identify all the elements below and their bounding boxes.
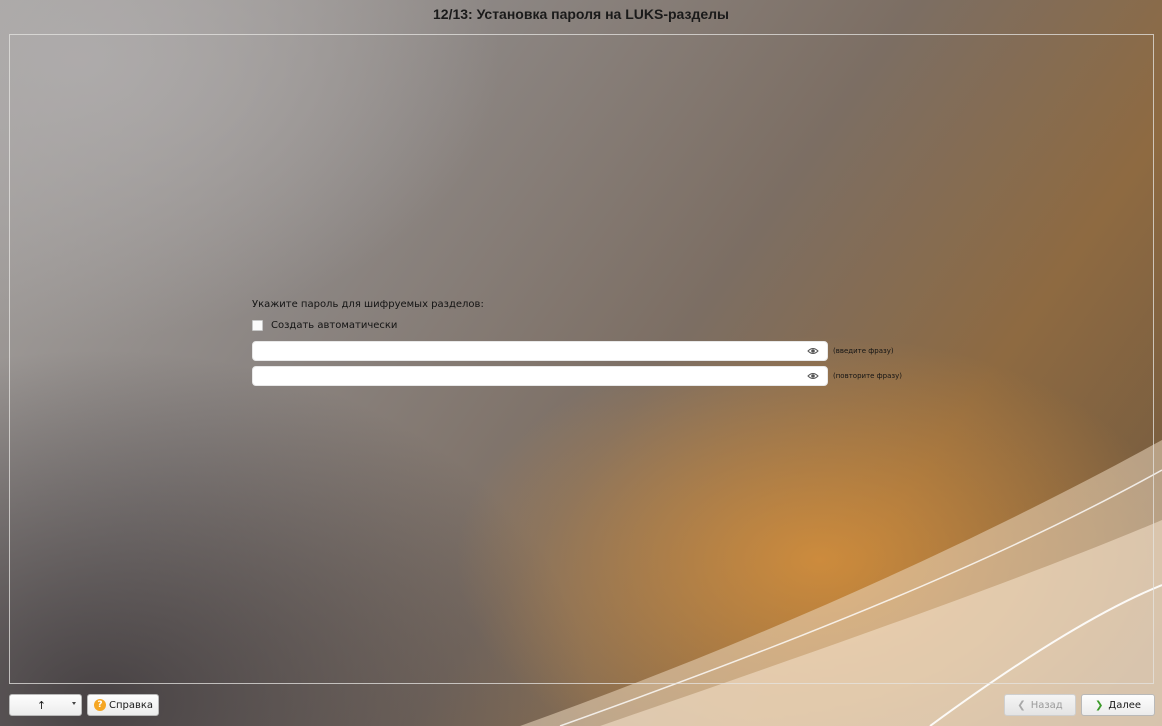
up-button[interactable]: ↑ [9,694,82,716]
auto-create-label[interactable]: Создать автоматически [271,320,397,331]
help-button-label: Справка [109,699,154,711]
passphrase-repeat-hint: (повторите фразу) [833,372,902,380]
back-button-label: Назад [1030,699,1063,711]
arrow-up-icon: ↑ [36,698,47,712]
eye-icon[interactable] [807,371,819,381]
next-button-label: Далее [1108,699,1142,711]
help-button[interactable]: ? Справка [87,694,159,716]
auto-create-checkbox[interactable] [252,319,263,331]
passphrase-row: (введите фразу) [252,341,894,361]
passphrase-repeat-input[interactable] [257,368,801,386]
passphrase-hint: (введите фразу) [833,347,894,355]
passphrase-input[interactable] [257,343,801,361]
luks-password-form: Укажите пароль для шифруемых разделов: С… [252,298,952,386]
eye-icon[interactable] [807,346,819,356]
next-button[interactable]: ❯ Далее [1081,694,1155,716]
back-button[interactable]: ❮ Назад [1004,694,1076,716]
passphrase-repeat-field[interactable] [252,366,828,386]
help-icon: ? [94,699,106,711]
password-prompt: Укажите пароль для шифруемых разделов: [252,299,484,310]
dropdown-arrow-icon[interactable] [72,702,76,705]
bottom-bar: ↑ ? Справка ❮ Назад ❯ Далее [0,694,1162,718]
chevron-right-icon: ❯ [1094,699,1104,711]
auto-create-option[interactable]: Создать автоматически [252,318,952,332]
passphrase-field[interactable] [252,341,828,361]
passphrase-repeat-row: (повторите фразу) [252,366,902,386]
chevron-left-icon: ❮ [1017,699,1026,711]
window-title: 12/13: Установка пароля на LUKS-разделы [433,6,729,22]
